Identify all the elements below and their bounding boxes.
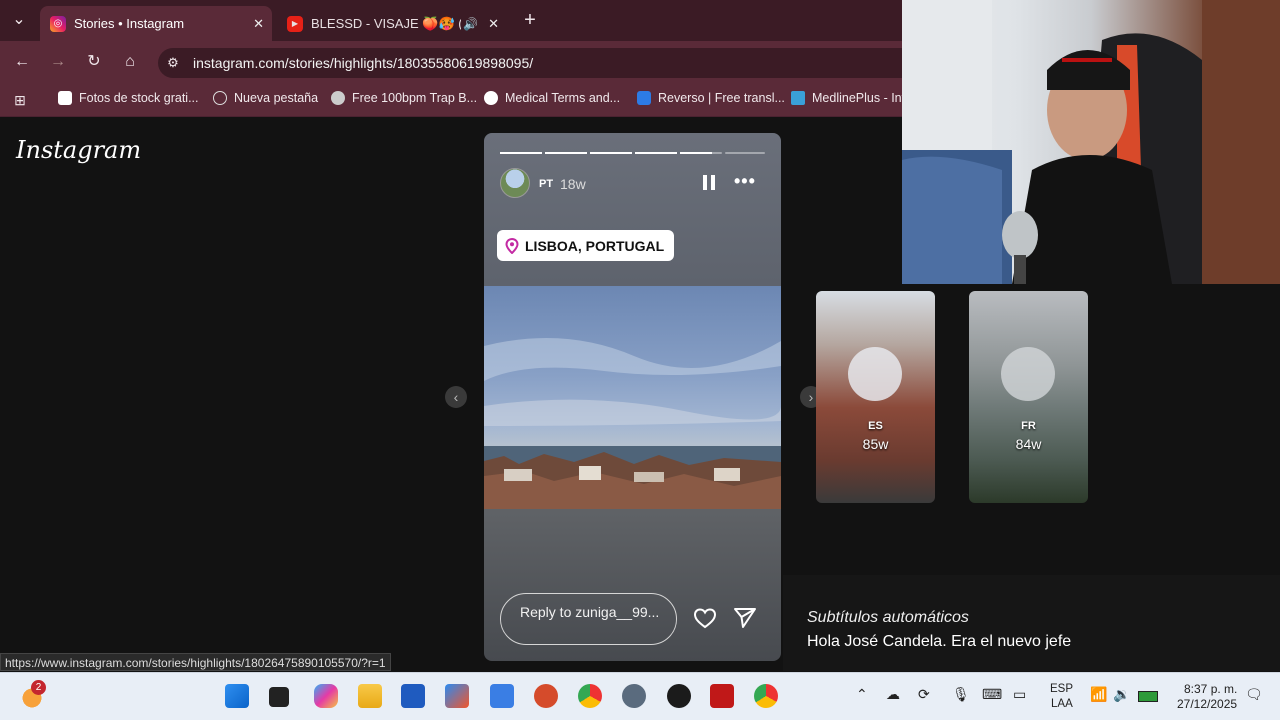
highlight-thumbnail[interactable]: ES 85w <box>816 291 935 503</box>
tab-title: Stories • Instagram <box>74 16 185 31</box>
store-icon[interactable] <box>445 684 469 708</box>
globe-icon <box>213 91 227 105</box>
reverso-icon <box>637 91 651 105</box>
onedrive-icon[interactable]: ☁ <box>886 686 900 703</box>
streamer-webcam-image <box>902 0 1280 284</box>
story-viewer[interactable]: PT 18w ••• LISBOA, PORTUGAL Reply to zun… <box>484 133 781 661</box>
highlight-label: FR <box>1021 420 1036 432</box>
app-icon[interactable] <box>667 684 691 708</box>
tab-strip: ⌄ ◎ Stories • Instagram ✕ ▶ BLESSD - VIS… <box>0 0 902 41</box>
captions-panel: Subtítulos automáticos Hola José Candela… <box>783 575 1280 671</box>
progress-segment <box>680 152 722 154</box>
instagram-favicon-icon: ◎ <box>50 15 66 32</box>
apps-icon[interactable]: ⊞ <box>10 90 30 110</box>
task-view-icon[interactable] <box>269 687 289 707</box>
progress-segment <box>500 152 542 154</box>
pause-icon[interactable] <box>703 175 715 190</box>
chrome-icon[interactable] <box>578 684 602 708</box>
progress-segment <box>590 152 632 154</box>
notifications-icon[interactable]: 🗨 <box>1245 686 1263 703</box>
clock-time[interactable]: 8:37 p. m. <box>1184 682 1237 696</box>
medlineplus-icon <box>791 91 805 105</box>
close-tab-icon[interactable]: ✕ <box>253 16 264 32</box>
bookmark-favicon-icon <box>484 91 498 105</box>
bookmark-item[interactable]: Fotos de stock grati... <box>58 91 199 105</box>
youtube-favicon-icon: ▶ <box>287 15 303 32</box>
reply-input[interactable]: Reply to zuniga__99... <box>500 593 677 645</box>
bookmark-favicon-icon <box>331 91 345 105</box>
forward-icon[interactable]: → <box>48 52 68 72</box>
like-heart-icon[interactable] <box>693 607 717 629</box>
copilot-icon[interactable] <box>314 684 338 708</box>
tab-title: BLESSD - VISAJE 🍑🥵 (VI <box>311 15 461 31</box>
microphone-icon[interactable]: 🎙 <box>952 686 970 703</box>
highlight-time: 85w <box>862 436 889 452</box>
more-options-icon[interactable]: ••• <box>734 171 756 192</box>
previous-story-button[interactable]: ‹ <box>445 386 467 408</box>
captions-title: Subtítulos automáticos <box>807 609 969 626</box>
highlight-label: ES <box>868 420 883 432</box>
clock-date[interactable]: 27/12/2025 <box>1177 697 1237 711</box>
location-sticker[interactable]: LISBOA, PORTUGAL <box>497 230 675 261</box>
captions-text: Hola José Candela. Era el nuevo jefe <box>807 633 1072 650</box>
word-icon[interactable] <box>401 684 425 708</box>
notification-badge: 2 <box>31 680 46 695</box>
bookmark-item[interactable]: Free 100bpm Trap B... <box>331 91 477 105</box>
bookmark-item[interactable]: Medical Terms and... <box>484 91 620 105</box>
calendar-icon[interactable] <box>490 684 514 708</box>
bookmark-item[interactable]: Nueva pestaña <box>213 91 318 105</box>
new-tab-button[interactable]: + <box>520 10 540 30</box>
sync-icon[interactable]: ⟳ <box>918 686 930 703</box>
story-photo <box>484 286 781 509</box>
mcafee-icon[interactable] <box>710 684 734 708</box>
back-icon[interactable]: ← <box>12 52 32 72</box>
tab-instagram[interactable]: ◎ Stories • Instagram ✕ <box>40 6 272 41</box>
progress-segment <box>635 152 677 154</box>
keyboard-icon[interactable]: ⌨ <box>982 686 1002 703</box>
tab-youtube[interactable]: ▶ BLESSD - VISAJE 🍑🥵 (VI 🔊 ✕ <box>277 6 507 41</box>
progress-segment <box>725 152 765 154</box>
avatar[interactable] <box>500 168 530 198</box>
status-bar-url: https://www.instagram.com/stories/highli… <box>0 653 391 671</box>
speaker-icon[interactable]: 🔊 <box>463 17 478 31</box>
highlight-time: 84w <box>1015 436 1042 452</box>
instagram-logo[interactable]: Instagram <box>16 136 141 164</box>
battery-icon[interactable] <box>1138 691 1158 702</box>
highlight-thumbnail[interactable]: FR 84w <box>969 291 1088 503</box>
close-tab-icon[interactable]: ✕ <box>488 16 499 32</box>
settings-icon[interactable] <box>622 684 646 708</box>
bookmark-favicon-icon <box>58 91 72 105</box>
location-pin-icon <box>505 237 519 254</box>
home-icon[interactable]: ⌂ <box>120 52 140 72</box>
url-text[interactable]: instagram.com/stories/highlights/1803558… <box>193 55 533 71</box>
bookmark-item[interactable]: MedlinePlus - Inf <box>791 91 905 105</box>
windows-start-icon[interactable] <box>225 684 249 708</box>
input-language[interactable]: ESP <box>1050 683 1073 695</box>
bookmark-item[interactable]: Reverso | Free transl... <box>637 91 785 105</box>
send-icon[interactable] <box>733 607 757 629</box>
site-info-icon[interactable]: ⚙ <box>163 53 183 73</box>
location-label: LISBOA, PORTUGAL <box>525 237 665 254</box>
show-hidden-icons[interactable]: ⌃ <box>856 686 868 703</box>
avatar <box>1001 347 1055 401</box>
reload-icon[interactable]: ↻ <box>84 52 104 72</box>
story-username[interactable]: PT <box>539 178 553 190</box>
chrome-profile-icon[interactable] <box>754 684 778 708</box>
story-time: 18w <box>560 176 586 192</box>
lisbon-cityscape-image <box>484 338 781 509</box>
wifi-icon[interactable]: 📶 <box>1090 686 1107 703</box>
avatar <box>848 347 902 401</box>
powerpoint-icon[interactable] <box>534 684 558 708</box>
progress-segment <box>545 152 587 154</box>
keyboard-layout[interactable]: LAA <box>1051 698 1073 710</box>
webcam-overlay <box>902 0 1280 284</box>
display-icon[interactable]: ▭ <box>1013 686 1026 703</box>
volume-icon[interactable]: 🔉 <box>1113 686 1130 703</box>
tab-search-button[interactable]: ⌄ <box>9 10 29 30</box>
file-explorer-icon[interactable] <box>358 684 382 708</box>
